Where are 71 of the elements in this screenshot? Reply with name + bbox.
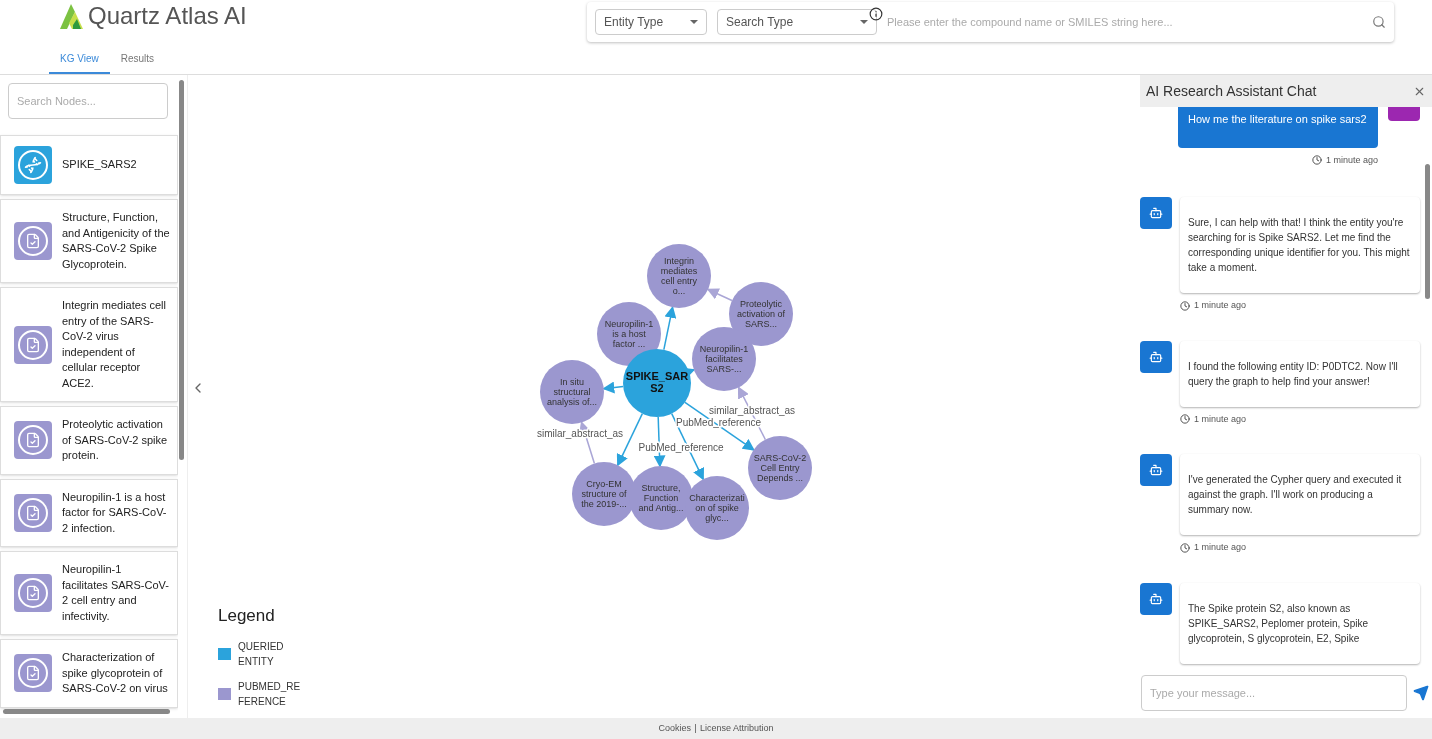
graph-node[interactable]: Cryo-EM structure of the 2019-... (572, 462, 636, 526)
bot-message: I've generated the Cypher query and executed it against the graph. I'll work on producing a summary now. (1180, 454, 1420, 535)
footer-link[interactable]: Cookies (658, 721, 691, 736)
bot-message: I found the following entity ID: P0DTC2. Now I'll query the graph to help find your answer! (1180, 340, 1420, 407)
timestamp: 1 minute ago (1325, 153, 1378, 167)
document-icon (14, 421, 52, 460)
bot-message: Sure, I can help with that! I think the entity you're searching for is Spike SARS2. Let me find the corresponding unique identifier for you. This might take a moment. (1180, 197, 1420, 293)
dna-icon (14, 146, 52, 184)
edge-arrow (706, 288, 733, 302)
node-list-item[interactable]: Neuropilin-1 facilitates SARS-CoV-2 cell entry and infectivity. (0, 551, 178, 635)
node-title: Characterization of spike glycoprotein of SARS-CoV-2 on virus (62, 650, 169, 696)
edge-label: similar_abstract_as (708, 404, 796, 416)
node-list-item[interactable]: Characterization of spike glycoprotein of SARS-CoV-2 on virus (0, 639, 178, 708)
send-icon[interactable] (1413, 685, 1429, 701)
node-title: Neuropilin-1 facilitates SARS-CoV-2 cell entry and infectivity. (62, 562, 170, 624)
caret-icon (690, 20, 698, 24)
edge-arrow (602, 381, 624, 394)
clock-icon (1180, 542, 1190, 553)
node-title: Proteolytic activation of SARS-CoV-2 spike protein. (62, 417, 169, 463)
graph-node[interactable]: Proteolytic activation of SARS... (729, 282, 793, 346)
bot-avatar (1140, 197, 1172, 229)
document-icon (14, 493, 52, 532)
edge-arrow (663, 305, 677, 351)
clock-icon (1180, 414, 1190, 425)
graph-node[interactable]: In situ structural analysis of... (540, 360, 604, 424)
timestamp: 1 minute ago (1194, 412, 1247, 426)
tab[interactable]: KG View (49, 45, 110, 74)
graph-node[interactable]: SPIKE_SAR S2 (623, 349, 691, 417)
message-input[interactable]: Type your message... (1141, 675, 1407, 711)
search-type-dropdown[interactable]: Search Type (717, 9, 877, 35)
graph-node[interactable]: Neuropilin-1 facilitates SARS-... (692, 327, 756, 391)
clock-icon (1311, 155, 1322, 166)
user-message: How me the literature on spike sars2 (1178, 107, 1378, 148)
graph-node[interactable]: Characterizati on of spike glyc... (685, 476, 749, 540)
document-icon (14, 654, 52, 693)
clock-icon (1180, 300, 1190, 311)
graph-node[interactable]: Integrin mediates cell entry o... (647, 244, 711, 308)
timestamp: 1 minute ago (1194, 541, 1247, 554)
graph-node[interactable]: SARS-CoV-2 Cell Entry Depends ... (748, 436, 812, 500)
node-search-field[interactable]: Search Nodes... (8, 83, 168, 119)
search-icon[interactable] (1372, 15, 1386, 29)
node-list-item[interactable]: Structure, Function, and Antigenicity of the SARS-CoV-2 Spike Glycoprotein. (0, 199, 178, 283)
node-title: Neuropilin-1 is a host factor for SARS-CoV-2 infection. (62, 489, 168, 536)
node-title: Integrin mediates cell entry of the SARS-CoV-2 virus independent of cellular receptor ACE2. (62, 298, 167, 391)
node-title: SPIKE_SARS2 (62, 157, 138, 173)
entity-type-dropdown[interactable]: Entity Type (595, 9, 707, 35)
node-list-item[interactable]: Proteolytic activation of SARS-CoV-2 spike protein. (0, 406, 178, 475)
logo-icon (58, 3, 84, 29)
tab[interactable]: Results (109, 45, 166, 74)
document-icon (14, 222, 52, 260)
legend-title: Legend (218, 605, 276, 627)
document-icon (14, 325, 52, 364)
node-list-item[interactable]: Integrin mediates cell entry of the SARS-CoV-2 virus independent of cellular receptor ACE2. (0, 287, 178, 402)
compound-search-field[interactable]: Please enter the compound name or SMILES string here... (887, 13, 1362, 31)
info-icon[interactable] (869, 7, 883, 21)
bot-avatar (1140, 340, 1172, 373)
node-list-item[interactable]: SPIKE_SARS2 (0, 135, 178, 195)
bot-avatar (1140, 582, 1172, 615)
document-icon (14, 574, 52, 612)
footer-link[interactable]: License Attribution (700, 721, 774, 736)
node-list-item[interactable]: Neuropilin-1 is a host factor for SARS-CoV-2 infection. (0, 478, 178, 547)
chat-title: AI Research Assistant Chat (1146, 81, 1317, 101)
legend-label: PUBMED_REFERENCE (238, 679, 302, 709)
node-title: Structure, Function, and Antigenicity of the SARS-CoV-2 Spike Glycoprotein. (62, 210, 170, 272)
bot-message: The Spike protein S2, also known as SPIKE_SARS2, Peplomer protein, Spike glycoprotein, S glycoprotein, E2, Spike (1180, 582, 1420, 664)
timestamp: 1 minute ago (1194, 299, 1247, 312)
legend-label: QUERIED ENTITY (238, 639, 285, 669)
edge-label: similar_abstract_as (536, 428, 624, 439)
brand-name: Quartz Atlas AI (88, 1, 247, 31)
bot-avatar (1140, 454, 1172, 486)
caret-icon (860, 20, 868, 24)
